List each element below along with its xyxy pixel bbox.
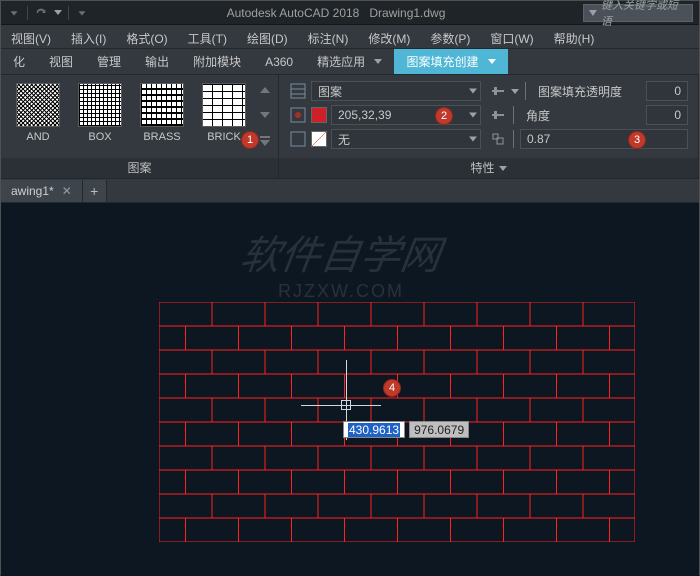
app-name: Autodesk AutoCAD 2018: [227, 6, 360, 20]
ribbon: AND BOX BRASS BRICK 1 图案: [1, 75, 699, 179]
background-color-icon: [289, 130, 307, 148]
pattern-brass[interactable]: BRASS: [131, 79, 193, 147]
tab-hatch-creation[interactable]: 图案填充创建: [394, 49, 507, 74]
annotation-badge-4: 4: [383, 379, 401, 397]
search-placeholder: 键入关键字或短语: [601, 0, 688, 29]
panel-properties: 图案 205,32,39 2 无: [279, 75, 699, 178]
menu-insert[interactable]: 插入(I): [61, 25, 116, 48]
menu-view[interactable]: 视图(V): [1, 25, 61, 48]
tab-view[interactable]: 视图: [37, 49, 85, 74]
scroll-down-icon[interactable]: [258, 108, 272, 122]
menu-window[interactable]: 窗口(W): [480, 25, 543, 48]
tab-customize[interactable]: 化: [1, 49, 37, 74]
pattern-box[interactable]: BOX: [69, 79, 131, 147]
dynamic-input-y[interactable]: 976.0679: [409, 421, 469, 438]
expand-gallery-icon[interactable]: [258, 133, 272, 147]
annotation-badge-2: 2: [435, 107, 453, 125]
menu-bar: 视图(V) 插入(I) 格式(O) 工具(T) 绘图(D) 标注(N) 修改(M…: [1, 25, 699, 49]
window-title: Autodesk AutoCAD 2018 Drawing1.dwg: [99, 6, 573, 20]
angle-value[interactable]: 0: [646, 105, 688, 125]
menu-help[interactable]: 帮助(H): [544, 25, 605, 48]
tab-a360[interactable]: A360: [253, 49, 305, 74]
menu-parametric[interactable]: 参数(P): [420, 25, 480, 48]
pattern-and[interactable]: AND: [7, 79, 69, 147]
menu-modify[interactable]: 修改(M): [358, 25, 420, 48]
pattern-brick[interactable]: BRICK 1: [193, 79, 255, 147]
menu-dimension[interactable]: 标注(N): [298, 25, 359, 48]
tab-addins[interactable]: 附加模块: [181, 49, 253, 74]
qat-overflow-icon[interactable]: [75, 6, 89, 20]
watermark: 软件自学网 RJZXW.COM: [241, 223, 441, 302]
panel-title-properties[interactable]: 特性: [279, 158, 698, 178]
dynamic-input-x[interactable]: 430.9613: [343, 421, 405, 438]
document-tabs: awing1* ✕ +: [1, 179, 699, 203]
pattern-swatch-brass: [140, 83, 184, 127]
annotation-badge-3: 3: [628, 131, 646, 149]
document-tab-1[interactable]: awing1* ✕: [1, 180, 83, 202]
panel-title-patterns: 图案: [1, 158, 278, 178]
ribbon-tabs: 化 视图 管理 输出 附加模块 A360 精选应用 图案填充创建: [1, 49, 699, 75]
file-name: Drawing1.dwg: [369, 6, 445, 20]
annotation-badge-1: 1: [241, 131, 259, 149]
tab-featured[interactable]: 精选应用: [305, 49, 394, 74]
hatch-color-swatch[interactable]: [311, 107, 327, 123]
new-tab-button[interactable]: +: [83, 180, 107, 202]
app-menu-icon[interactable]: [7, 6, 21, 20]
pattern-swatch-and: [16, 83, 60, 127]
angle-slider-icon[interactable]: [489, 106, 507, 124]
drawing-viewport[interactable]: 软件自学网 RJZXW.COM 4 430.9613 976.0679: [1, 203, 699, 576]
menu-format[interactable]: 格式(O): [116, 25, 177, 48]
hatch-type-dropdown[interactable]: 图案: [311, 81, 481, 101]
tab-output[interactable]: 输出: [133, 49, 181, 74]
scroll-up-icon[interactable]: [258, 83, 272, 97]
pattern-swatch-brick: [202, 83, 246, 127]
panel-patterns: AND BOX BRASS BRICK 1 图案: [1, 75, 279, 178]
dynamic-input: 430.9613 976.0679: [343, 421, 469, 438]
menu-draw[interactable]: 绘图(D): [237, 25, 298, 48]
menu-tools[interactable]: 工具(T): [178, 25, 237, 48]
scale-icon[interactable]: [489, 130, 507, 148]
quick-access-toolbar: [7, 6, 89, 20]
transparency-label: 图案填充透明度: [532, 81, 642, 101]
hatch-type-icon: [289, 82, 307, 100]
hatch-color-dropdown[interactable]: 205,32,39: [331, 105, 481, 125]
hatch-color-icon: [289, 106, 307, 124]
redo-icon[interactable]: [34, 6, 48, 20]
close-tab-icon[interactable]: ✕: [62, 184, 72, 198]
pattern-scroll: [255, 79, 275, 151]
tab-manage[interactable]: 管理: [85, 49, 133, 74]
background-none-swatch[interactable]: [311, 131, 327, 147]
transparency-value[interactable]: 0: [646, 81, 688, 101]
angle-label: 角度: [520, 105, 642, 125]
background-color-dropdown[interactable]: 无: [331, 129, 481, 149]
title-bar: Autodesk AutoCAD 2018 Drawing1.dwg 键入关键字…: [1, 1, 699, 25]
infocenter-search[interactable]: 键入关键字或短语: [583, 4, 693, 22]
scale-value[interactable]: 0.87: [520, 129, 688, 149]
pattern-swatch-box: [78, 83, 122, 127]
transparency-slider-icon[interactable]: [489, 82, 507, 100]
transparency-mode-dropdown[interactable]: [511, 89, 519, 94]
search-icon: [588, 8, 598, 18]
